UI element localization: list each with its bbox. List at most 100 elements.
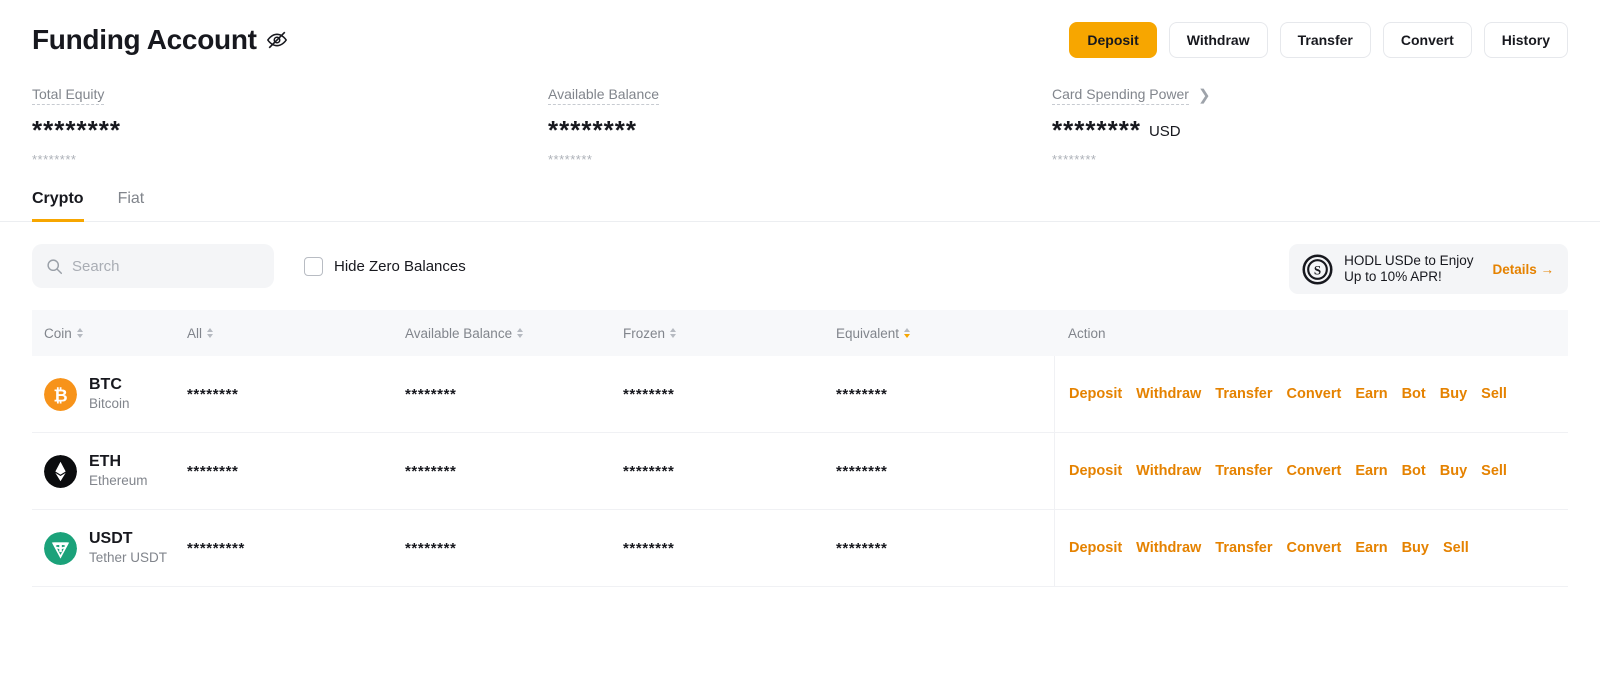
action-buy[interactable]: Buy [1440, 386, 1467, 402]
usdt-icon [44, 531, 77, 565]
table-header-row: Coin All Available Balance Frozen Equiva… [32, 310, 1568, 356]
summary-label-row: Total Equity [32, 86, 548, 105]
promo-text-block: HODL USDe to Enjoy Up to 10% APR! [1344, 253, 1473, 285]
action-sell[interactable]: Sell [1481, 386, 1507, 402]
cell-frozen: ******** [623, 539, 675, 557]
summary-label-row: Available Balance [548, 86, 1052, 105]
promo-line-1: HODL USDe to Enjoy [1344, 253, 1474, 268]
available-balance-value-row: ******** [548, 117, 1052, 143]
action-earn[interactable]: Earn [1355, 386, 1387, 402]
action-cell: Deposit Withdraw Transfer Convert Earn B… [1054, 510, 1568, 586]
coin-symbol: USDT [89, 530, 133, 547]
tab-fiat[interactable]: Fiat [118, 190, 145, 222]
coin-symbol: BTC [89, 376, 122, 393]
coin-name: Bitcoin [89, 396, 130, 411]
action-buy[interactable]: Buy [1440, 463, 1467, 479]
sort-icon[interactable] [517, 328, 524, 338]
coin-symbol: ETH [89, 453, 121, 470]
asset-type-tabs: Crypto Fiat [0, 190, 1600, 222]
dollar-coin-icon: S [1302, 253, 1333, 285]
coin-cell[interactable]: USDT Tether USDT [32, 530, 187, 566]
cell-frozen: ******** [623, 462, 675, 480]
column-header-equivalent[interactable]: Equivalent [836, 326, 1054, 341]
action-earn[interactable]: Earn [1355, 540, 1387, 556]
action-withdraw[interactable]: Withdraw [1136, 463, 1201, 479]
header-actions: Deposit Withdraw Transfer Convert Histor… [1069, 22, 1568, 58]
page-title: Funding Account [32, 24, 257, 55]
title-group: Funding Account [32, 24, 288, 56]
action-deposit[interactable]: Deposit [1069, 463, 1122, 479]
action-sell[interactable]: Sell [1443, 540, 1469, 556]
cell-all: ********* [187, 539, 245, 557]
column-label: Equivalent [836, 325, 900, 341]
action-sell[interactable]: Sell [1481, 463, 1507, 479]
card-spending-power-subvalue: ******** [1052, 152, 1097, 167]
hide-zero-balances-checkbox[interactable] [304, 256, 323, 276]
summary-card-spending-power[interactable]: Card Spending Power ❯ ******** USD *****… [1052, 86, 1568, 166]
column-header-coin[interactable]: Coin [32, 326, 187, 341]
tab-crypto[interactable]: Crypto [32, 190, 84, 222]
sort-icon[interactable] [670, 328, 677, 338]
svg-text:S: S [1314, 262, 1321, 277]
card-spending-power-unit: USD [1148, 123, 1181, 140]
table-row[interactable]: USDT Tether USDT ********* ******** ****… [32, 510, 1568, 587]
action-convert[interactable]: Convert [1287, 540, 1342, 556]
cell-available: ******** [405, 385, 457, 403]
action-transfer[interactable]: Transfer [1215, 463, 1272, 479]
eth-icon [44, 454, 77, 488]
cell-equivalent: ******** [836, 462, 888, 480]
action-earn[interactable]: Earn [1355, 463, 1387, 479]
summary-total-equity: Total Equity ******** ******** [32, 86, 548, 166]
eye-off-icon[interactable] [266, 29, 288, 51]
action-withdraw[interactable]: Withdraw [1136, 540, 1201, 556]
action-deposit[interactable]: Deposit [1069, 386, 1122, 402]
coin-names: USDT Tether USDT [89, 530, 167, 566]
promo-details-link[interactable]: Details → [1492, 262, 1554, 277]
column-label: Action [1068, 325, 1106, 341]
summary-section: Total Equity ******** ******** Available… [0, 58, 1600, 166]
convert-button[interactable]: Convert [1382, 22, 1472, 58]
hide-zero-balances-toggle[interactable]: Hide Zero Balances [304, 256, 466, 276]
history-button[interactable]: History [1483, 22, 1568, 58]
withdraw-button[interactable]: Withdraw [1168, 22, 1268, 58]
card-spending-power-value-row: ******** USD [1052, 117, 1568, 143]
cell-available: ******** [405, 462, 457, 480]
svg-text:₿: ₿ [53, 385, 67, 405]
promo-banner[interactable]: S HODL USDe to Enjoy Up to 10% APR! Deta… [1289, 244, 1568, 294]
search-input[interactable] [72, 257, 242, 275]
action-convert[interactable]: Convert [1287, 463, 1342, 479]
action-transfer[interactable]: Transfer [1215, 386, 1272, 402]
deposit-button[interactable]: Deposit [1069, 22, 1157, 58]
funding-account-page: Funding Account Deposit Withdraw Transfe… [0, 0, 1600, 676]
search-icon [47, 258, 63, 274]
column-header-frozen[interactable]: Frozen [623, 326, 836, 341]
sort-icon-active[interactable] [904, 328, 911, 338]
action-cell: Deposit Withdraw Transfer Convert Earn B… [1054, 433, 1568, 509]
transfer-button[interactable]: Transfer [1279, 22, 1371, 58]
search-box[interactable] [32, 244, 274, 288]
coin-name: Tether USDT [89, 550, 168, 565]
action-deposit[interactable]: Deposit [1069, 540, 1122, 556]
cell-all: ******** [187, 385, 239, 403]
action-withdraw[interactable]: Withdraw [1136, 386, 1201, 402]
column-header-all[interactable]: All [187, 326, 405, 341]
coin-name: Ethereum [89, 473, 148, 488]
sort-icon[interactable] [207, 328, 214, 338]
column-header-available-balance[interactable]: Available Balance [405, 326, 623, 341]
total-equity-subvalue: ******** [32, 152, 77, 167]
sort-icon[interactable] [76, 328, 83, 338]
btc-icon: ₿ [44, 377, 77, 411]
summary-available-balance: Available Balance ******** ******** [548, 86, 1052, 166]
table-row[interactable]: ₿ BTC Bitcoin ******** ******** ********… [32, 356, 1568, 433]
chevron-right-icon[interactable]: ❯ [1198, 88, 1211, 103]
action-convert[interactable]: Convert [1287, 386, 1342, 402]
table-row[interactable]: ETH Ethereum ******** ******** ******** … [32, 433, 1568, 510]
action-bot[interactable]: Bot [1402, 463, 1426, 479]
action-bot[interactable]: Bot [1402, 386, 1426, 402]
action-buy[interactable]: Buy [1402, 540, 1429, 556]
coin-cell[interactable]: ETH Ethereum [32, 453, 187, 489]
cell-frozen: ******** [623, 385, 675, 403]
action-transfer[interactable]: Transfer [1215, 540, 1272, 556]
available-balance-subvalue: ******** [548, 152, 593, 167]
coin-cell[interactable]: ₿ BTC Bitcoin [32, 376, 187, 412]
